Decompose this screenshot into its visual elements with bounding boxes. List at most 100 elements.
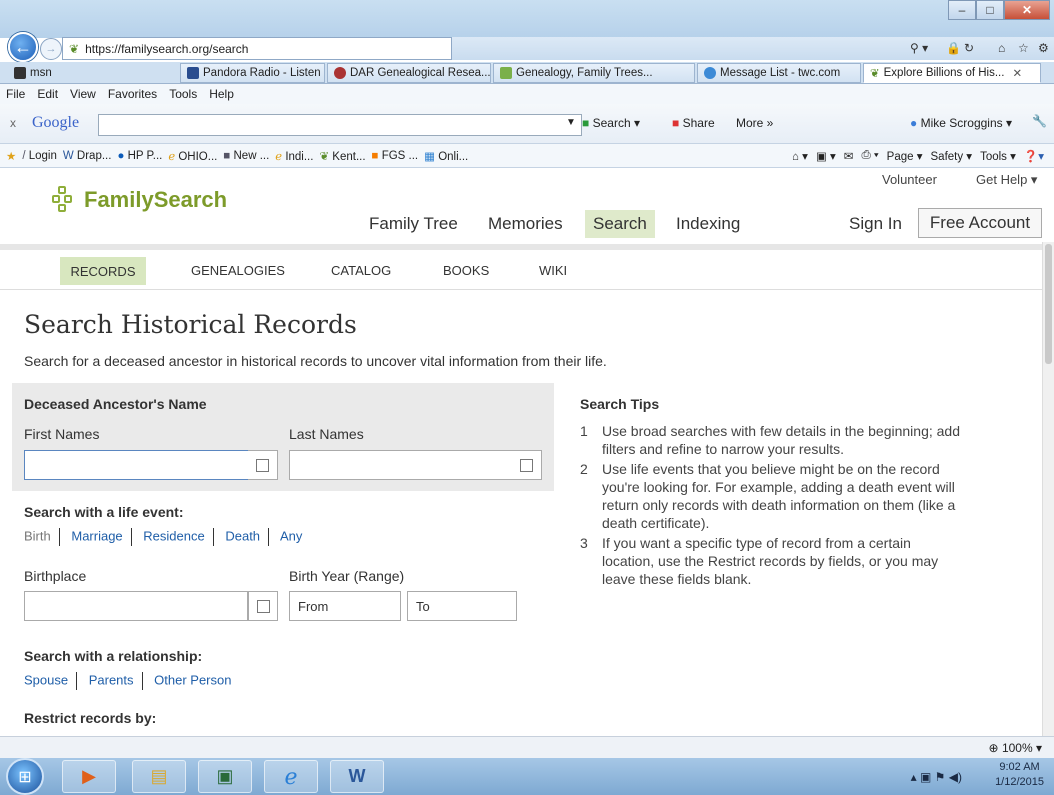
exact-checkbox[interactable] [520,458,533,472]
zoom-control[interactable]: ⊕ 100% ▾ [989,741,1042,755]
volunteer-link[interactable]: Volunteer [882,172,937,187]
favorite-login[interactable]: / Login [22,150,57,162]
subnav-wiki[interactable]: WIKI [539,263,567,278]
familysearch-logo[interactable]: FamilySearch [52,186,227,214]
favorite-new[interactable]: ■ New ... [223,150,269,162]
refresh-icon[interactable]: ↻ [964,41,974,55]
safety-menu[interactable]: Safety ▾ [931,149,973,163]
subnav-books[interactable]: BOOKS [443,263,489,278]
close-toolbar-icon[interactable]: x [10,116,16,130]
menu-file[interactable]: File [6,87,25,101]
taskbar-word[interactable]: W [330,760,384,793]
maximize-button[interactable]: □ [976,0,1004,20]
exact-checkbox[interactable] [256,599,270,613]
page-menu[interactable]: Page ▾ [887,149,923,163]
close-window-button[interactable]: ✕ [1004,0,1050,20]
first-names-exact-toggle[interactable] [248,450,278,480]
tab-dar[interactable]: DAR Genealogical Resea... [327,63,491,83]
word-icon: W [62,149,74,162]
taskbar-explorer[interactable]: ▤ [132,760,186,793]
tab-familysearch[interactable]: ❦ Explore Billions of His... ✕ [863,63,1041,83]
minimize-button[interactable]: – [948,0,976,20]
forward-button[interactable]: → [40,38,62,60]
first-names-input[interactable] [24,450,260,480]
taskbar-app[interactable]: ▣ [198,760,252,793]
nav-indexing[interactable]: Indexing [676,214,740,234]
print-icon[interactable]: ⎙ ▾ [861,149,878,163]
relationship-other-person[interactable]: Other Person [154,672,231,687]
user-icon: ● [910,116,918,130]
zoom-icon: ⊕ [988,741,999,755]
favorite-hp[interactable]: ● HP P... [117,150,162,162]
tab-genealogy[interactable]: Genealogy, Family Trees... [493,63,695,83]
sign-in-link[interactable]: Sign In [849,214,902,234]
close-tab-icon[interactable]: ✕ [1012,66,1022,80]
google-search-button[interactable]: ■ Search ▾ [582,116,640,130]
favorite-fgs[interactable]: ■ FGS ... [372,150,419,162]
last-names-exact-toggle[interactable] [512,450,542,480]
taskbar-internet-explorer[interactable]: ℯ [264,760,318,793]
login-icon: / [22,149,26,162]
address-bar[interactable]: ❦ https://familysearch.org/search [62,37,452,60]
tab-twc[interactable]: Message List - twc.com [697,63,861,83]
home-icon[interactable]: ⌂ ▾ [792,149,808,163]
life-event-residence[interactable]: Residence [143,528,204,543]
favorite-drap[interactable]: W Drap... [63,150,112,162]
favorites-star-icon[interactable]: ☆ [1018,41,1029,55]
google-share-button[interactable]: ■ Share [672,116,715,130]
search-icon[interactable]: ⚲ ▾ [910,41,928,55]
start-button[interactable]: ⊞ [6,758,44,795]
birthplace-input[interactable] [24,591,248,621]
free-account-button[interactable]: Free Account [918,208,1042,238]
menu-favorites[interactable]: Favorites [108,87,157,101]
chevron-down-icon[interactable]: ▼ [566,117,576,128]
tray-icons[interactable]: ▴ ▣ ⚑ ◀) [911,770,962,784]
google-more-button[interactable]: More » [736,116,773,130]
get-help-link[interactable]: Get Help ▾ [976,172,1037,188]
tools-menu[interactable]: Tools ▾ [980,149,1016,163]
favorite-kent[interactable]: ❦ Kent... [319,149,365,163]
favorite-indi[interactable]: ℯ Indi... [275,149,313,163]
settings-gear-icon[interactable]: ⚙ [1038,41,1049,55]
system-clock[interactable]: 9:02 AM 1/12/2015 [995,760,1044,790]
nav-family-tree[interactable]: Family Tree [369,214,458,234]
feeds-icon[interactable]: ▣ ▾ [816,149,836,163]
back-button[interactable]: ← [8,32,38,62]
relationship-parents[interactable]: Parents [89,672,134,687]
wrench-icon[interactable]: 🔧 [1032,114,1047,128]
menu-view[interactable]: View [70,87,96,101]
subnav-catalog[interactable]: CATALOG [331,263,391,278]
nav-search[interactable]: Search [585,210,655,238]
help-icon[interactable]: ❓▾ [1024,149,1044,163]
life-event-birth[interactable]: Birth [24,528,51,543]
tab-pandora[interactable]: Pandora Radio - Listen t... [180,63,325,83]
favorite-ohio[interactable]: ℯ OHIO... [168,149,217,163]
taskbar-media-player[interactable]: ▶ [62,760,116,793]
life-event-marriage[interactable]: Marriage [71,528,122,543]
vertical-scrollbar[interactable] [1042,242,1054,736]
favorites-star-icon[interactable]: ★ [6,149,16,163]
life-event-death[interactable]: Death [225,528,260,543]
google-user-menu[interactable]: ● Mike Scroggins ▾ [910,116,1012,130]
nav-memories[interactable]: Memories [488,214,563,234]
hp-icon: ● [117,149,125,162]
favorite-onli[interactable]: ▦ Onli... [424,149,468,163]
tab-msn[interactable]: msn [8,63,178,83]
last-names-input[interactable] [289,450,521,480]
subnav-records[interactable]: RECORDS [60,257,146,285]
relationship-spouse[interactable]: Spouse [24,672,68,687]
menu-tools[interactable]: Tools [169,87,197,101]
life-event-any[interactable]: Any [280,528,302,543]
ie-icon: ℯ [168,150,176,163]
birthplace-exact-toggle[interactable] [248,591,278,621]
subnav-genealogies[interactable]: GENEALOGIES [191,263,285,278]
menu-help[interactable]: Help [209,87,234,101]
menu-edit[interactable]: Edit [37,87,58,101]
mail-icon[interactable]: ✉ [844,149,854,163]
scrollbar-thumb[interactable] [1045,244,1052,364]
home-icon[interactable]: ⌂ [998,41,1005,55]
birth-year-from-input[interactable]: From [289,591,401,621]
birth-year-to-input[interactable]: To [407,591,517,621]
exact-checkbox[interactable] [256,458,269,472]
google-search-input[interactable] [98,114,582,136]
